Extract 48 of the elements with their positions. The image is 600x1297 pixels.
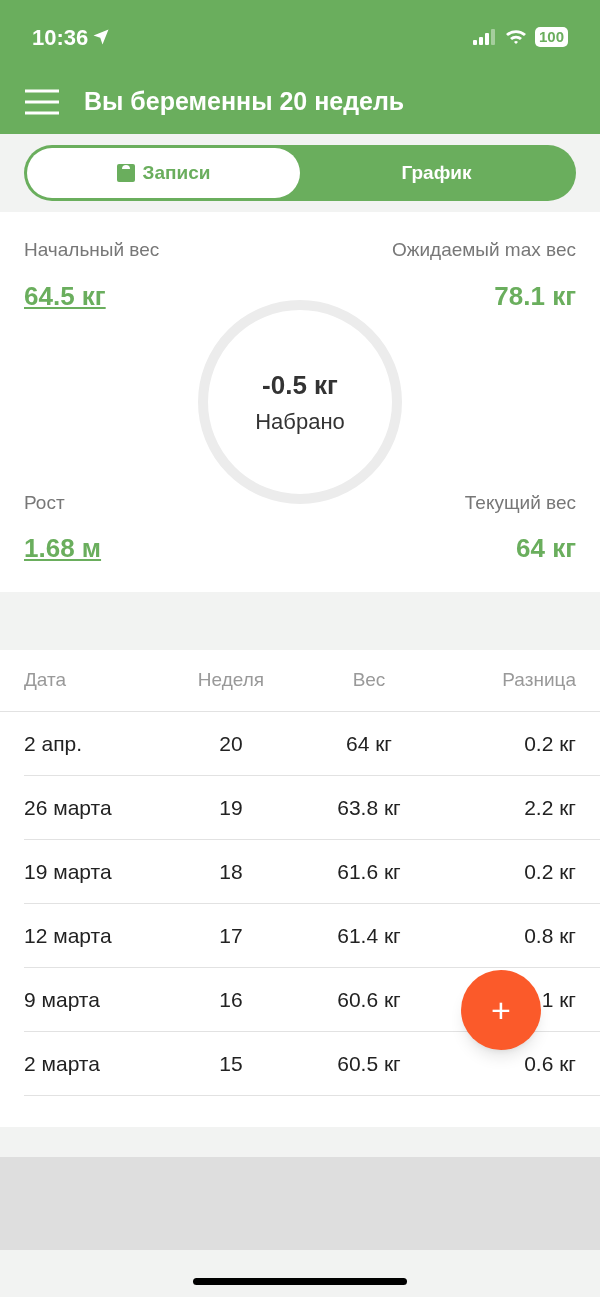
table-cell-text: 2 марта bbox=[24, 1050, 100, 1077]
table-cell-text: 19 bbox=[219, 794, 243, 821]
height-label: Рост bbox=[24, 490, 66, 515]
table-cell-text: 18 bbox=[219, 858, 243, 885]
table-cell-text: 26 марта bbox=[24, 794, 112, 821]
table-cell-text: 15 bbox=[219, 1050, 243, 1077]
column-header: Дата bbox=[24, 668, 67, 693]
table-cell-text: 2.2 кг bbox=[524, 794, 576, 821]
table-cell-text: 60.6 кг bbox=[337, 986, 401, 1013]
current-weight-label: Текущий вес bbox=[464, 490, 576, 515]
max-weight-value: 78.1 кг bbox=[494, 279, 576, 313]
menu-icon[interactable] bbox=[24, 89, 60, 115]
max-weight-label: Ожидаемый max вес bbox=[391, 238, 576, 262]
start-weight-link[interactable]: 64.5 кг bbox=[24, 276, 160, 316]
segment-tab[interactable]: Записи bbox=[27, 148, 300, 198]
scale-icon bbox=[116, 164, 135, 182]
table-cell-text: 2 апр. bbox=[24, 730, 83, 757]
table-cell-text: 17 bbox=[219, 922, 243, 949]
table-cell-text: 0.6 кг bbox=[524, 1050, 576, 1077]
column-header: Разница bbox=[502, 668, 576, 693]
segment-tab[interactable]: График bbox=[300, 148, 573, 198]
table-cell-text: 0.8 кг bbox=[524, 922, 576, 949]
height-link[interactable]: 1.68 м bbox=[24, 529, 102, 568]
screen-title: Вы беременны 20 недель bbox=[84, 86, 405, 118]
table-cell-text: 61.4 кг bbox=[337, 922, 401, 949]
table-cell-text: 19 марта bbox=[24, 858, 112, 885]
table-cell-text: 20 bbox=[219, 730, 243, 757]
signal-icon bbox=[472, 29, 497, 45]
location-arrow-icon bbox=[92, 28, 111, 46]
table-cell-text: 12 марта bbox=[24, 922, 112, 949]
table-cell-text: 9 марта bbox=[24, 986, 100, 1013]
table-cell-text: 63.8 кг bbox=[337, 794, 401, 821]
status-time: 10:36 bbox=[32, 23, 89, 52]
battery-indicator: 100 bbox=[534, 27, 568, 47]
table-cell-text: 0.2 кг bbox=[524, 730, 576, 757]
column-header: Вес bbox=[352, 668, 386, 693]
start-weight-label: Начальный вес bbox=[24, 238, 160, 262]
table-cell-text: 60.5 кг bbox=[337, 1050, 401, 1077]
table-cell-text: 1 кг bbox=[541, 986, 576, 1013]
table-cell-text: 61.6 кг bbox=[337, 858, 401, 885]
table-cell-text: 64 кг bbox=[345, 730, 392, 757]
column-header: Неделя bbox=[197, 668, 265, 693]
wifi-icon bbox=[504, 29, 527, 45]
current-weight-value: 64 кг bbox=[516, 532, 576, 565]
table-cell-text: 16 bbox=[219, 986, 243, 1013]
gain-value: -0.5 кг bbox=[262, 369, 338, 402]
table-cell-text: 0.2 кг bbox=[524, 858, 576, 885]
gain-label: Набрано bbox=[255, 408, 345, 436]
